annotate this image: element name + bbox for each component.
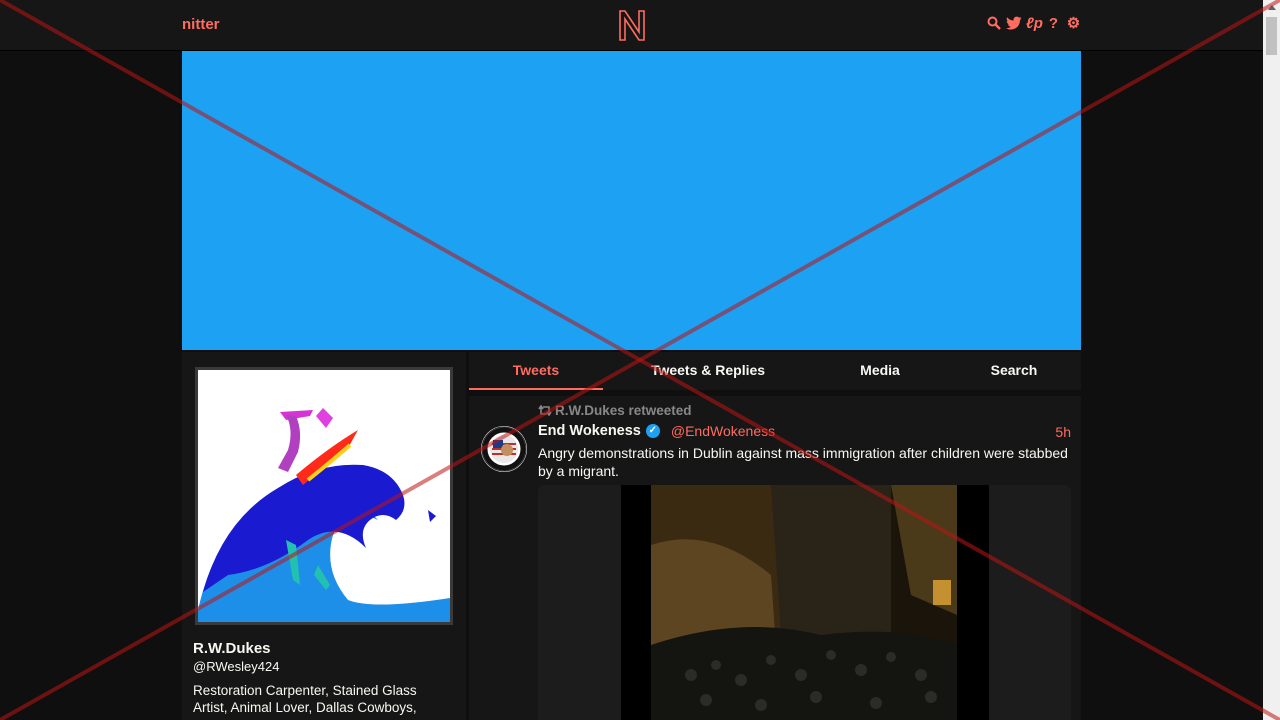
profile-bio: Restoration Carpenter, Stained Glass Art… xyxy=(193,683,417,715)
search-icon[interactable] xyxy=(986,16,1001,32)
brand-link[interactable]: nitter xyxy=(182,16,220,33)
navbar: nitter ℓp ? ⚙ xyxy=(0,0,1263,51)
scrollbar-thumb[interactable] xyxy=(1266,17,1277,55)
profile-fullname[interactable]: R.W.Dukes xyxy=(193,640,271,657)
timeline-tabs: Tweets Tweets & Replies Media Search xyxy=(469,352,1081,390)
avatar-surfer-wave-image xyxy=(198,370,450,622)
settings-gear-icon[interactable]: ⚙ xyxy=(1066,16,1081,32)
tweet-author: End Wokeness ✓ @EndWokeness xyxy=(538,423,775,439)
tweet-media xyxy=(538,485,1071,720)
tweet-video[interactable] xyxy=(621,485,989,720)
scroll-up-arrow-icon[interactable] xyxy=(1268,5,1276,10)
retweet-header[interactable]: R.W.Dukes retweeted xyxy=(538,403,692,418)
timeline: R.W.Dukes retweeted End Wokeness ✓ @EndW… xyxy=(469,396,1081,720)
tweet-avatar[interactable] xyxy=(481,426,527,472)
liberapay-icon[interactable]: ℓp xyxy=(1026,16,1043,32)
profile-username[interactable]: @RWesley424 xyxy=(193,659,279,674)
tweet-fullname[interactable]: End Wokeness xyxy=(538,423,641,439)
video-frame-image xyxy=(621,485,989,720)
profile-banner[interactable] xyxy=(182,51,1081,350)
tweet-username[interactable]: @EndWokeness xyxy=(671,423,775,439)
help-icon[interactable]: ? xyxy=(1046,16,1061,32)
profile-card: R.W.Dukes @RWesley424 Restoration Carpen… xyxy=(182,352,466,720)
tab-tweets[interactable]: Tweets xyxy=(469,352,603,390)
tweet-text: Angry demonstrations in Dublin against m… xyxy=(538,445,1068,479)
tweet-date[interactable]: 5h xyxy=(1055,424,1071,440)
tab-media[interactable]: Media xyxy=(813,352,947,388)
tab-tweets-replies[interactable]: Tweets & Replies xyxy=(641,352,775,388)
page-scrollbar[interactable] xyxy=(1263,0,1280,720)
verified-check-icon: ✓ xyxy=(645,424,660,438)
nav-icons: ℓp ? ⚙ xyxy=(986,16,1081,32)
nitter-logo-icon[interactable] xyxy=(617,8,647,42)
tab-search[interactable]: Search xyxy=(947,352,1081,388)
retweet-header-text: R.W.Dukes retweeted xyxy=(555,403,692,418)
avatar[interactable] xyxy=(198,370,450,622)
twitter-bird-icon[interactable] xyxy=(1006,16,1022,32)
retweet-icon xyxy=(538,405,552,416)
avatar-frame xyxy=(195,367,453,625)
tweet-avatar-badge-image xyxy=(481,426,527,472)
